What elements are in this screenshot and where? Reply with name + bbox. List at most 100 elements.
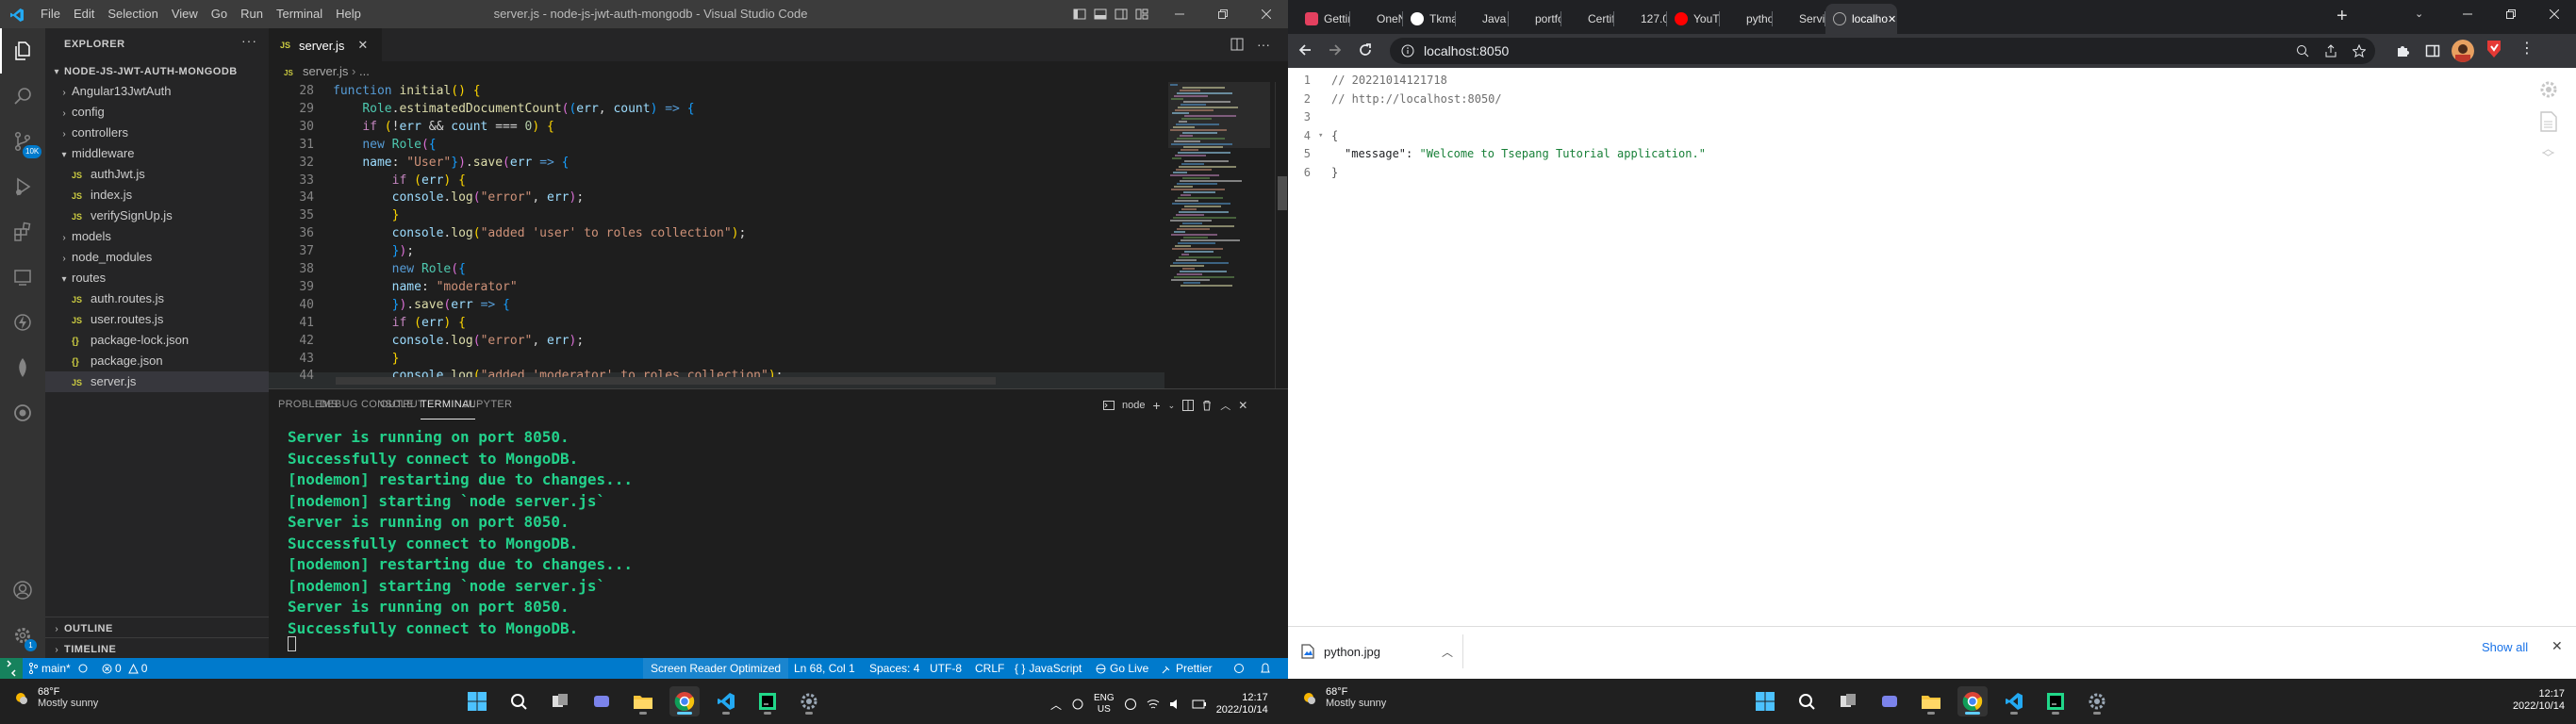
tree-item[interactable]: ▾ routes — [45, 268, 269, 288]
browser-tab[interactable]: YouTu — [1667, 4, 1720, 34]
volume-icon[interactable] — [1169, 698, 1182, 711]
editor-horizontal-scrollbar[interactable] — [336, 377, 996, 385]
customize-layout-icon[interactable] — [1135, 8, 1148, 21]
terminal-output[interactable]: Server is running on port 8050. Successfu… — [269, 427, 1288, 653]
tab-close-icon[interactable]: ✕ — [357, 38, 368, 53]
tree-item[interactable]: JS user.routes.js — [45, 309, 269, 330]
explorer-icon[interactable] — [0, 28, 45, 74]
breadcrumb-more[interactable]: ... — [359, 64, 370, 78]
search-icon[interactable] — [0, 74, 45, 119]
tree-item[interactable]: JS index.js — [45, 185, 269, 206]
breadcrumb-file[interactable]: server.js — [303, 64, 348, 78]
panel-tab-output[interactable]: OUTPUT — [380, 389, 424, 420]
menu-item-selection[interactable]: Selection — [101, 0, 164, 28]
json-settings-gear-icon[interactable] — [2538, 79, 2559, 100]
browser-tab[interactable]: Getting — [1297, 4, 1350, 34]
tree-item[interactable]: › models — [45, 226, 269, 247]
browser-tab[interactable]: localho ✕ — [1825, 4, 1897, 34]
screen-reader-status[interactable]: Screen Reader Optimized — [643, 658, 789, 679]
menu-item-go[interactable]: Go — [205, 0, 234, 28]
toggle-panel-icon[interactable] — [1094, 8, 1107, 21]
github-icon[interactable] — [0, 390, 45, 436]
tree-item[interactable]: › node_modules — [45, 247, 269, 268]
raw-view-icon[interactable] — [2540, 111, 2557, 132]
tab-search-icon[interactable]: ⌄ — [2415, 8, 2423, 20]
menu-item-view[interactable]: View — [165, 0, 205, 28]
manage-gear-icon[interactable]: 1 — [0, 613, 45, 658]
tray-sync-icon[interactable] — [1071, 698, 1084, 711]
collapse-expand-icon[interactable]: ︿ ﹀ — [2542, 143, 2554, 165]
taskbar-search-icon[interactable] — [1792, 686, 1822, 716]
code-editor[interactable]: 28 function initial() {29 Role.estimatedD… — [269, 82, 1164, 388]
remote-explorer-icon[interactable] — [0, 255, 45, 300]
download-item[interactable]: python.jpg ︿ — [1301, 634, 1463, 668]
tree-item[interactable]: › Angular13JwtAuth — [45, 81, 269, 102]
file-explorer-icon[interactable] — [628, 686, 658, 716]
new-tab-icon[interactable]: + — [2337, 6, 2348, 27]
site-info-icon[interactable] — [1401, 44, 1414, 58]
go-live-status[interactable]: Go Live — [1096, 658, 1148, 679]
browser-tab[interactable]: OneNo — [1350, 4, 1403, 34]
eol-status[interactable]: CRLF — [975, 658, 1004, 679]
close-download-shelf-icon[interactable]: ✕ — [2551, 638, 2563, 654]
tree-item[interactable]: › config — [45, 102, 269, 123]
editor-more-icon[interactable]: ··· — [1257, 38, 1270, 51]
terminal-name[interactable]: node — [1122, 400, 1145, 411]
source-control-icon[interactable]: 10K — [0, 119, 45, 164]
split-editor-icon[interactable] — [1230, 38, 1244, 51]
forward-icon[interactable] — [1328, 42, 1343, 58]
menu-item-terminal[interactable]: Terminal — [270, 0, 329, 28]
remote-indicator-icon[interactable] — [0, 658, 23, 679]
browser-tab[interactable]: python — [1720, 4, 1773, 34]
browser-tab[interactable]: 127.0.0 — [1614, 4, 1667, 34]
chrome-taskbar-icon[interactable] — [1957, 686, 1988, 716]
menu-item-run[interactable]: Run — [234, 0, 270, 28]
start-icon[interactable] — [462, 686, 492, 716]
project-root[interactable]: ▾ NODE-JS-JWT-AUTH-MONGODB — [45, 60, 269, 81]
teams-chat-icon[interactable] — [1874, 686, 1905, 716]
cursor-position[interactable]: Ln 68, Col 1 — [794, 658, 855, 679]
extensions-icon[interactable] — [0, 209, 45, 255]
task-view-icon[interactable] — [1833, 686, 1863, 716]
extensions-puzzle-icon[interactable] — [2395, 43, 2410, 58]
task-view-icon[interactable] — [545, 686, 575, 716]
maximize-panel-icon[interactable]: ︿ — [1220, 398, 1230, 413]
menu-item-help[interactable]: Help — [329, 0, 368, 28]
json-fold-icon[interactable]: ▾ — [1318, 127, 1323, 146]
tree-item[interactable]: {} package-lock.json — [45, 330, 269, 351]
network-icon[interactable] — [1124, 698, 1137, 711]
chrome-menu-icon[interactable]: ⋮ — [2519, 41, 2535, 57]
close-tab-icon[interactable]: ✕ — [1888, 13, 1896, 25]
taskbar-search-icon[interactable] — [504, 686, 534, 716]
bookmark-star-icon[interactable] — [2353, 44, 2366, 58]
toggle-sidebar-icon[interactable] — [1073, 8, 1086, 21]
toggle-secondary-sidebar-icon[interactable] — [1115, 8, 1128, 21]
tab-server-js[interactable]: JS server.js ✕ — [269, 28, 382, 61]
feedback-icon[interactable] — [1233, 658, 1245, 679]
chrome-restore-icon[interactable] — [2489, 0, 2533, 28]
run-debug-icon[interactable] — [0, 164, 45, 209]
clock-2[interactable]: 12:17 2022/10/14 — [2513, 688, 2565, 713]
browser-tab[interactable]: Servic — [1773, 4, 1825, 34]
close-icon[interactable] — [1245, 0, 1288, 28]
vscode-taskbar-icon[interactable] — [711, 686, 741, 716]
accounts-icon[interactable] — [0, 568, 45, 613]
start-icon[interactable] — [1750, 686, 1780, 716]
tree-item[interactable]: JS authJwt.js — [45, 164, 269, 185]
tree-item[interactable]: {} package.json — [45, 351, 269, 371]
address-bar[interactable]: localhost:8050 — [1390, 38, 2375, 64]
indentation-status[interactable]: Spaces: 4 — [869, 658, 919, 679]
vscode-taskbar-icon[interactable] — [1999, 686, 2029, 716]
tree-item[interactable]: JS server.js — [45, 371, 269, 392]
extension-badge-icon[interactable] — [2484, 39, 2504, 59]
back-icon[interactable] — [1297, 42, 1313, 58]
side-panel-icon[interactable] — [2425, 43, 2440, 58]
settings-taskbar-icon[interactable] — [2082, 686, 2112, 716]
language-status[interactable]: { } JavaScript — [1015, 658, 1082, 679]
encoding-status[interactable]: UTF-8 — [930, 658, 962, 679]
sync-icon[interactable] — [77, 658, 89, 679]
share-icon[interactable] — [2324, 44, 2337, 58]
tree-item[interactable]: JS auth.routes.js — [45, 288, 269, 309]
panel-tab-jupyter[interactable]: JUPYTER — [463, 389, 512, 420]
browser-tab[interactable]: Certifi — [1561, 4, 1614, 34]
